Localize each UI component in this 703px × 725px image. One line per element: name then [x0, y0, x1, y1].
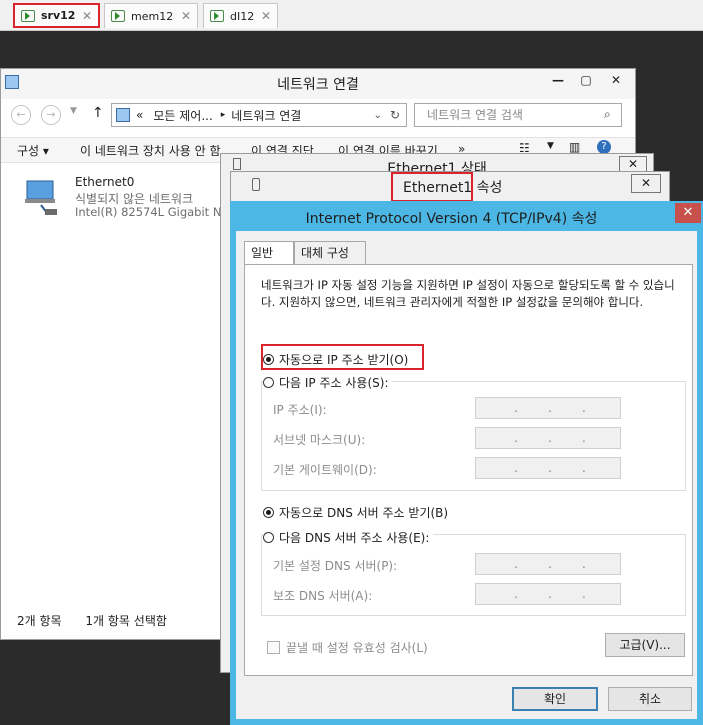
highlight-box	[261, 344, 424, 370]
ok-button[interactable]: 확인	[512, 687, 598, 711]
ip-address-label: IP 주소(I):	[273, 403, 327, 417]
breadcrumb-overflow[interactable]: «	[136, 108, 143, 122]
gateway-field[interactable]: . . .	[475, 457, 621, 479]
manual-dns-radio[interactable]: 다음 DNS 서버 주소 사용(E):	[263, 529, 434, 546]
chevron-down-icon[interactable]: ▼	[547, 141, 554, 151]
tab-alternate-config[interactable]: 대체 구성	[294, 241, 366, 265]
vm-running-icon	[21, 9, 35, 22]
refresh-icon[interactable]: ↻	[390, 108, 400, 122]
dialog-body: 일반 대체 구성 네트워크가 IP 자동 설정 기능을 지원하면 IP 설정이 …	[236, 231, 697, 719]
adapter-name: Ethernet0	[75, 175, 135, 189]
vm-tab-srv12[interactable]: srv12 ✕	[13, 3, 100, 28]
ipv4-properties-dialog: Internet Protocol Version 4 (TCP/IPv4) 속…	[230, 201, 703, 725]
network-adapter-icon	[25, 180, 57, 215]
subnet-mask-field[interactable]: . . .	[475, 427, 621, 449]
vm-tab-label: srv12	[41, 9, 76, 22]
minimize-button[interactable]: —	[543, 70, 573, 90]
breadcrumb-item-control-panel[interactable]: 모든 제어...	[153, 107, 212, 124]
title-bar: 네트워크 연결 — ▢ ✕	[1, 69, 635, 99]
vm-tab-bar: srv12 ✕ mem12 ✕ dI12 ✕	[0, 0, 703, 31]
vm-running-icon	[111, 10, 125, 22]
breadcrumb[interactable]: « 모든 제어... ▸ 네트워크 연결 ⌄ ↻	[111, 103, 407, 127]
ip-dot: .	[582, 461, 586, 475]
vm-tab-di12[interactable]: dI12 ✕	[203, 3, 278, 28]
ip-dot: .	[514, 461, 518, 475]
adapter-device: Intel(R) 82574L Gigabit Ne	[75, 205, 229, 219]
radio-unselected-icon	[263, 377, 274, 388]
item-count: 2개 항목	[17, 614, 62, 628]
chevron-down-icon[interactable]: ⌄	[374, 110, 382, 121]
recent-dropdown-icon[interactable]: ▼	[70, 106, 77, 116]
adapter-item-ethernet0[interactable]: Ethernet0 식별되지 않은 네트워크 Intel(R) 82574L G…	[21, 175, 229, 225]
ip-address-field[interactable]: . . .	[475, 397, 621, 419]
ip-dot: .	[514, 557, 518, 571]
preferred-dns-field[interactable]: . . .	[475, 553, 621, 575]
ip-dot: .	[582, 401, 586, 415]
highlight-box	[391, 172, 473, 202]
ip-dot: .	[582, 431, 586, 445]
advanced-button[interactable]: 고급(V)...	[605, 633, 685, 657]
ip-dot: .	[548, 587, 552, 601]
preferred-dns-label: 기본 설정 DNS 서버(P):	[273, 559, 398, 573]
ip-dot: .	[514, 431, 518, 445]
validate-checkbox[interactable]: 끝낼 때 설정 유효성 검사(L)	[267, 639, 428, 656]
cancel-button[interactable]: 취소	[608, 687, 692, 711]
vm-tab-mem12[interactable]: mem12 ✕	[104, 3, 198, 28]
manual-dns-label: 다음 DNS 서버 주소 사용(E):	[279, 531, 430, 545]
alternate-dns-field[interactable]: . . .	[475, 583, 621, 605]
breadcrumb-item-network[interactable]: 네트워크 연결	[231, 107, 301, 124]
manual-ip-radio[interactable]: 다음 IP 주소 사용(S):	[263, 374, 393, 391]
close-button[interactable]: ✕	[631, 174, 661, 193]
preview-pane-icon[interactable]: ▥	[569, 140, 580, 154]
vm-running-icon	[210, 10, 224, 22]
checkbox-icon	[267, 641, 280, 654]
forward-icon[interactable]: →	[41, 105, 61, 125]
help-icon[interactable]: ?	[597, 140, 611, 154]
ip-dot: .	[514, 401, 518, 415]
description-text: 네트워크가 IP 자동 설정 기능을 지원하면 IP 설정이 자동으로 할당되도…	[261, 278, 675, 309]
chevron-right-icon: ▸	[220, 110, 226, 120]
ip-dot: .	[514, 587, 518, 601]
back-icon[interactable]: ←	[11, 105, 31, 125]
close-icon[interactable]: ✕	[181, 9, 191, 23]
vm-tab-label: dI12	[230, 9, 255, 23]
close-icon[interactable]: ✕	[82, 9, 92, 23]
general-panel: 네트워크가 IP 자동 설정 기능을 지원하면 IP 설정이 자동으로 할당되도…	[244, 264, 693, 676]
up-icon[interactable]: ↑	[92, 105, 104, 121]
manual-ip-label: 다음 IP 주소 사용(S):	[279, 376, 389, 390]
radio-unselected-icon	[263, 532, 274, 543]
alternate-dns-label: 보조 DNS 서버(A):	[273, 589, 373, 603]
search-icon[interactable]: ⌕	[604, 107, 611, 122]
close-button[interactable]: ✕	[675, 203, 701, 223]
auto-dns-radio[interactable]: 자동으로 DNS 서버 주소 받기(B)	[263, 504, 448, 521]
search-input[interactable]: 네트워크 연결 검색	[414, 103, 622, 127]
dialog-title: Internet Protocol Version 4 (TCP/IPv4) 속…	[305, 211, 598, 227]
close-button[interactable]: ✕	[601, 70, 631, 90]
auto-dns-label: 자동으로 DNS 서버 주소 받기(B)	[279, 506, 449, 520]
close-icon[interactable]: ✕	[261, 9, 271, 23]
ip-dot: .	[548, 461, 552, 475]
address-bar: ← → ▼ ↑ « 모든 제어... ▸ 네트워크 연결 ⌄ ↻ 네트워크 연결…	[9, 103, 627, 129]
ip-dot: .	[548, 401, 552, 415]
subnet-mask-label: 서브넷 마스크(U):	[273, 433, 366, 447]
window-title-suffix: 속성	[476, 180, 503, 196]
control-panel-icon	[116, 108, 130, 122]
ip-dot: .	[582, 557, 586, 571]
validate-label: 끝낼 때 설정 유효성 검사(L)	[286, 641, 428, 655]
gateway-label: 기본 게이트웨이(D):	[273, 463, 377, 477]
radio-selected-icon	[263, 507, 274, 518]
ip-dot: .	[582, 587, 586, 601]
status-bar: 2개 항목 1개 항목 선택함	[17, 612, 167, 629]
maximize-button[interactable]: ▢	[571, 70, 601, 90]
selection-count: 1개 항목 선택함	[85, 614, 167, 628]
command-disable-device[interactable]: 이 네트워크 장치 사용 안 함	[80, 142, 221, 159]
vm-tab-label: mem12	[131, 9, 174, 23]
command-organize[interactable]: 구성 ▾	[17, 142, 49, 159]
window-title: 네트워크 연결	[277, 77, 359, 93]
ip-dot: .	[548, 431, 552, 445]
ip-dot: .	[548, 557, 552, 571]
network-icon	[252, 178, 260, 191]
